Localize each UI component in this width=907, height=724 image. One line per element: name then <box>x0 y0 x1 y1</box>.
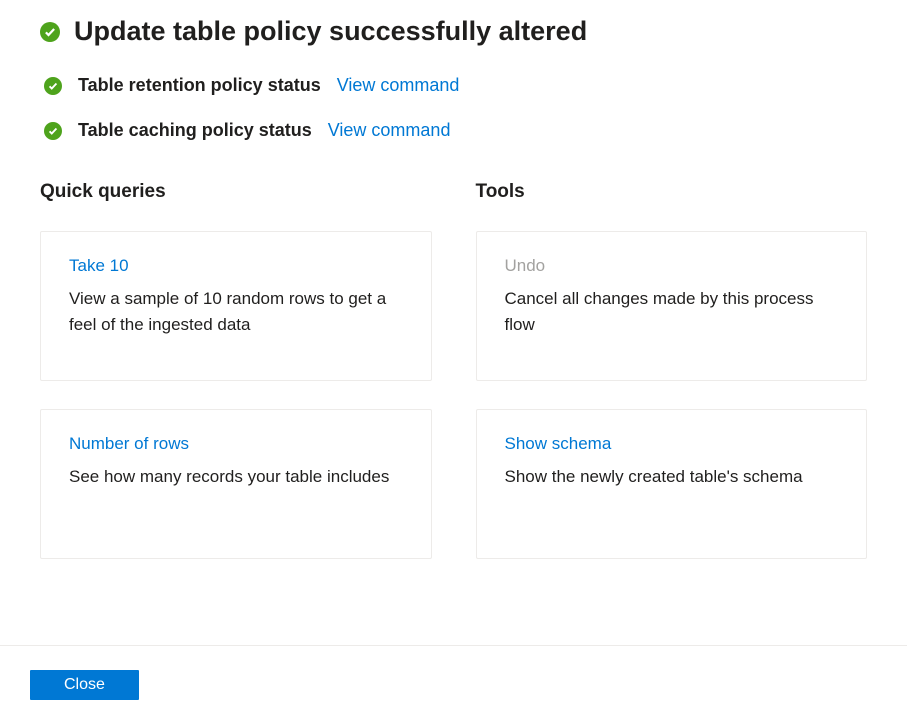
success-check-icon <box>44 77 62 95</box>
success-check-icon <box>44 122 62 140</box>
tool-card-undo[interactable]: Undo Cancel all changes made by this pro… <box>476 231 868 381</box>
card-desc: Show the newly created table's schema <box>505 464 839 490</box>
card-desc: Cancel all changes made by this process … <box>505 286 839 337</box>
tools-heading: Tools <box>476 181 868 203</box>
card-desc: See how many records your table includes <box>69 464 403 490</box>
quick-queries-heading: Quick queries <box>40 181 432 203</box>
view-command-link[interactable]: View command <box>337 75 460 96</box>
close-button[interactable]: Close <box>30 670 139 700</box>
card-desc: View a sample of 10 random rows to get a… <box>69 286 403 337</box>
card-title[interactable]: Take 10 <box>69 256 403 276</box>
quick-query-card-rowcount[interactable]: Number of rows See how many records your… <box>40 409 432 559</box>
title-row: Update table policy successfully altered <box>40 16 867 47</box>
card-title[interactable]: Number of rows <box>69 434 403 454</box>
quick-queries-column: Quick queries Take 10 View a sample of 1… <box>40 181 432 587</box>
status-row-caching: Table caching policy status View command <box>40 120 867 141</box>
card-title: Undo <box>505 256 839 276</box>
success-check-icon <box>40 22 60 42</box>
page-title: Update table policy successfully altered <box>74 16 587 47</box>
view-command-link[interactable]: View command <box>328 120 451 141</box>
footer: Close <box>0 645 907 724</box>
tool-card-show-schema[interactable]: Show schema Show the newly created table… <box>476 409 868 559</box>
card-title[interactable]: Show schema <box>505 434 839 454</box>
status-label: Table retention policy status <box>78 75 321 96</box>
status-label: Table caching policy status <box>78 120 312 141</box>
tools-column: Tools Undo Cancel all changes made by th… <box>476 181 868 587</box>
quick-query-card-take10[interactable]: Take 10 View a sample of 10 random rows … <box>40 231 432 381</box>
status-row-retention: Table retention policy status View comma… <box>40 75 867 96</box>
